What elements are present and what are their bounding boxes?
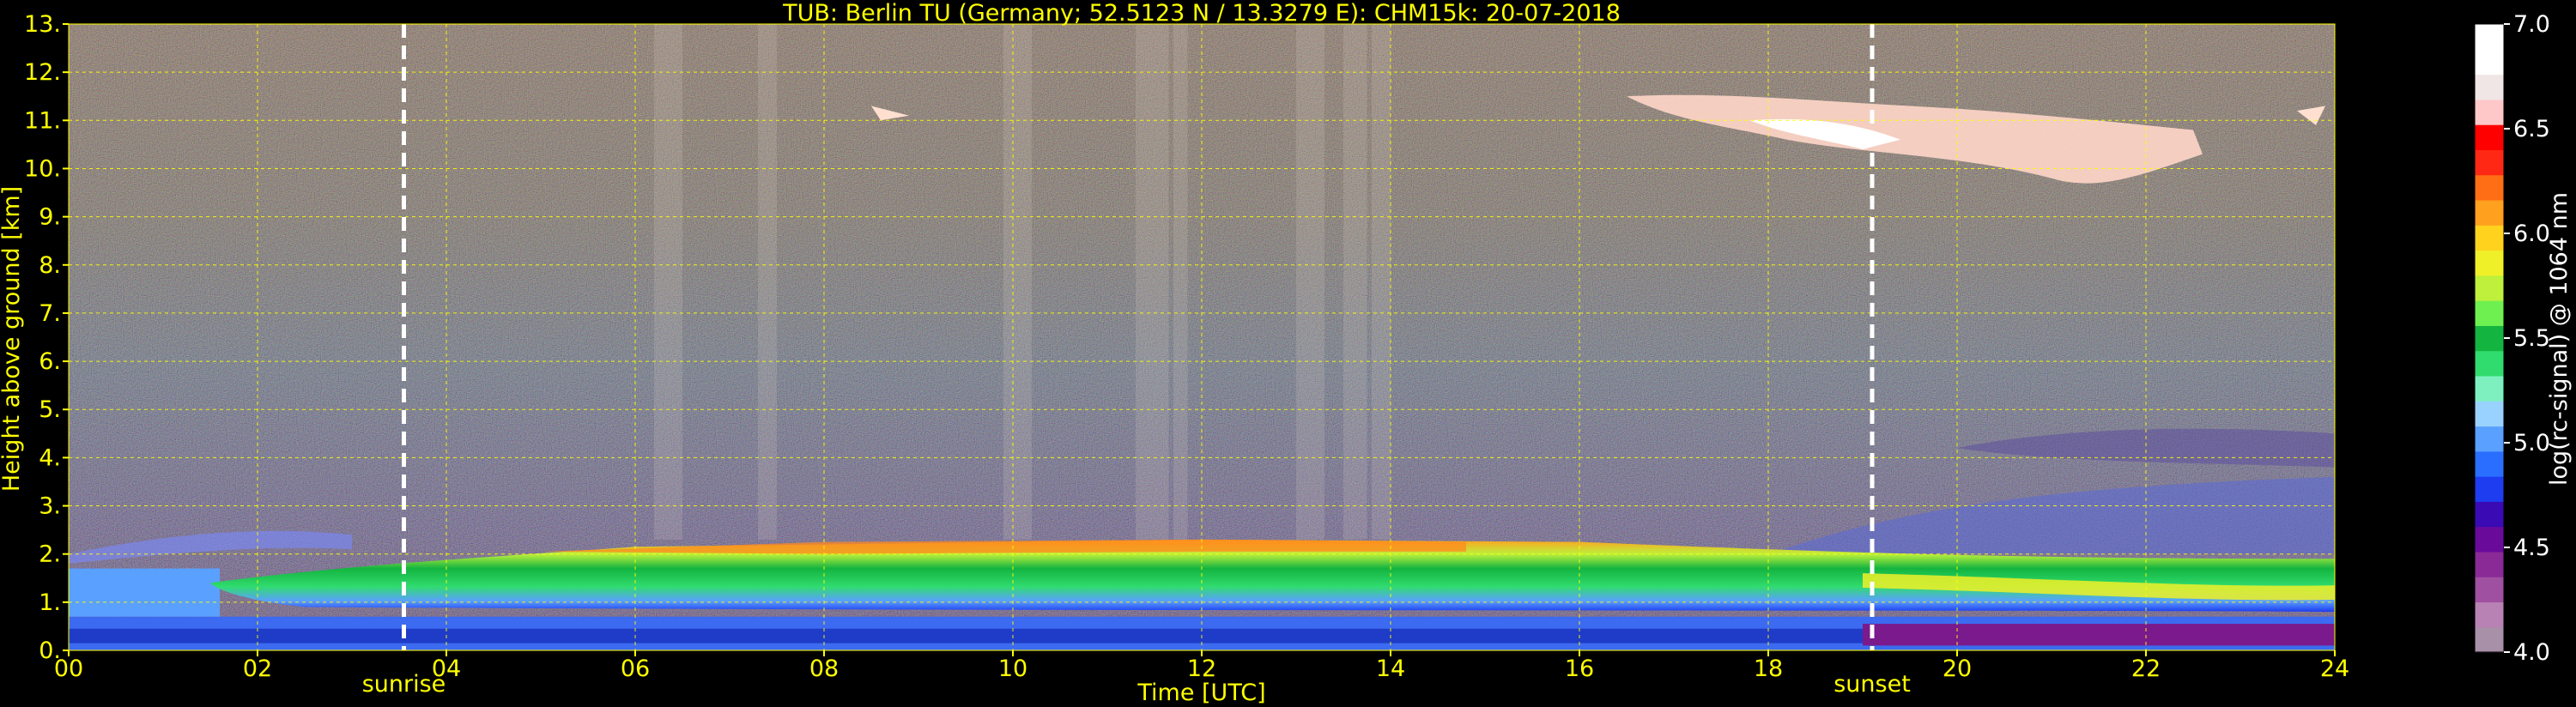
x-tick-label: 10 <box>998 656 1027 682</box>
x-tick-label: 06 <box>621 656 650 682</box>
night-layer <box>69 568 220 617</box>
y-tick-label: 2. <box>39 541 61 568</box>
y-tick-label: 7. <box>39 300 61 327</box>
colorbar-segment <box>2475 601 2504 628</box>
vertical-streak <box>1136 24 1169 540</box>
x-tick-label: 04 <box>432 656 461 682</box>
colorbar-ticks: 4.0 4.5 5.0 5.5 6.0 6.5 7.0 <box>2504 11 2550 666</box>
vertical-streak <box>1296 24 1324 540</box>
colorbar-segment <box>2475 49 2504 76</box>
y-tick-label: 12. <box>24 59 61 86</box>
x-tick-label: 24 <box>2320 656 2349 682</box>
evening-surface-band <box>1863 624 2335 646</box>
colorbar-segment <box>2475 551 2504 577</box>
y-tick-label: 11. <box>24 107 61 134</box>
colorbar-tick-label: 4.0 <box>2513 639 2550 666</box>
colorbar-tick-label: 6.0 <box>2513 221 2550 247</box>
x-tick-label: 18 <box>1754 656 1783 682</box>
colorbar-segment <box>2475 99 2504 125</box>
y-tick-label: 6. <box>39 348 61 375</box>
colorbar-tick-label: 5.5 <box>2513 325 2550 352</box>
x-tick-label: 02 <box>243 656 272 682</box>
backscatter-field <box>69 24 2335 650</box>
colorbar-tick-label: 7.0 <box>2513 11 2550 38</box>
colorbar-tick-label: 5.0 <box>2513 430 2550 456</box>
vertical-streak <box>1343 24 1367 540</box>
colorbar-segment <box>2475 450 2504 477</box>
y-tick-label: 8. <box>39 252 61 279</box>
colorbar-segment <box>2475 250 2504 276</box>
x-tick-label: 20 <box>1943 656 1972 682</box>
y-tick-label: 1. <box>39 589 61 616</box>
y-axis-label: Height above ground [km] <box>0 186 25 492</box>
colorbar-segment <box>2475 124 2504 150</box>
x-tick-label: 08 <box>809 656 839 682</box>
colorbar-segment <box>2475 501 2504 528</box>
colorbar-segment <box>2475 401 2504 427</box>
y-tick-label: 9. <box>39 204 61 231</box>
x-tick-label: 16 <box>1565 656 1594 682</box>
vertical-streak <box>758 24 777 540</box>
vertical-streak <box>1003 24 1032 540</box>
colorbar-segment <box>2475 426 2504 452</box>
vertical-streak <box>1173 24 1188 540</box>
colorbar-tick-label: 4.5 <box>2513 535 2550 561</box>
colorbar-segment <box>2475 149 2504 176</box>
x-tick-label: 12 <box>1187 656 1216 682</box>
y-tick-label: 5. <box>39 396 61 423</box>
y-tick-label: 4. <box>39 444 61 471</box>
colorbar-segment <box>2475 375 2504 402</box>
vertical-streak <box>1372 24 1391 540</box>
x-axis-label: Time [UTC] <box>1136 680 1265 706</box>
vertical-streak <box>654 24 682 540</box>
colorbar-segment <box>2475 350 2504 377</box>
colorbar-segment <box>2475 577 2504 603</box>
colorbar-segment <box>2475 225 2504 251</box>
colorbar-segment <box>2475 199 2504 226</box>
x-tick-label: 22 <box>2131 656 2161 682</box>
colorbar-segment <box>2475 626 2504 653</box>
colorbar-tick-label: 6.5 <box>2513 116 2550 142</box>
sunset-label: sunset <box>1834 671 1911 698</box>
chart-title: TUB: Berlin TU (Germany; 52.5123 N / 13.… <box>782 0 1621 27</box>
colorbar-segment <box>2475 24 2504 50</box>
y-axis-ticks: 0. 1. 2. 3. 4. 5. 6. 7. 8. 9. 10. 11. 12. 13. <box>24 11 69 664</box>
x-tick-label: 14 <box>1376 656 1405 682</box>
y-tick-label: 0. <box>39 638 61 664</box>
y-tick-label: 13. <box>24 11 61 38</box>
colorbar-segment <box>2475 174 2504 201</box>
colorbar-segment <box>2475 300 2504 326</box>
colorbar-segment <box>2475 325 2504 352</box>
colorbar-label: log(rc-signal) @ 1064 nm <box>2546 192 2573 486</box>
y-tick-label: 3. <box>39 493 61 520</box>
colorbar-segment <box>2475 74 2504 100</box>
colorbar-segment <box>2475 275 2504 301</box>
ceilometer-chart: sunrise sunset 00 02 04 06 08 10 12 14 16 18 20 22 24… <box>0 0 2573 706</box>
colorbar-segment <box>2475 476 2504 502</box>
colorbar <box>2474 23 2505 653</box>
y-tick-label: 10. <box>24 155 61 182</box>
colorbar-segment <box>2475 526 2504 553</box>
